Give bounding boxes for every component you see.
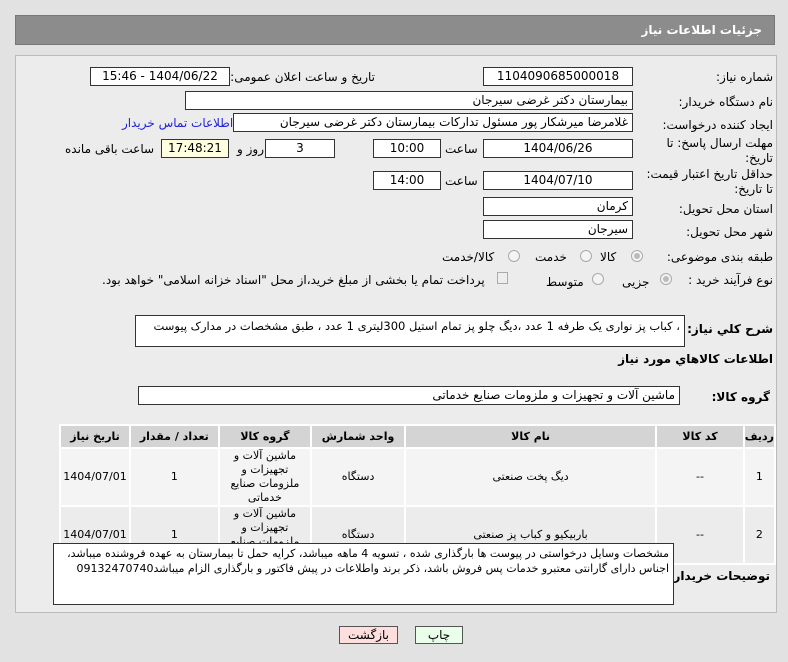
deadline-date-field: 1404/06/26	[483, 139, 633, 158]
cell-row: 2	[744, 507, 774, 563]
city-field: سیرجان	[483, 220, 633, 239]
days-field: 3	[265, 139, 335, 158]
remaining-label: ساعت باقی مانده	[65, 142, 155, 156]
table-row: 1 -- دیگ پخت صنعتی دستگاه ماشین آلات و ت…	[61, 449, 774, 505]
goods-section-title: اطلاعات کالاهاي مورد نياز	[618, 352, 773, 366]
city-label: شهر محل تحویل:	[686, 225, 773, 239]
creator-label: ایجاد کننده درخواست:	[662, 118, 773, 132]
table-header-row: ردیف کد کالا نام کالا واحد شمارش گروه کا…	[61, 426, 774, 447]
cell-code: --	[657, 449, 743, 505]
col-unit: واحد شمارش	[312, 426, 404, 447]
page-header: جزئیات اطلاعات نیاز	[15, 15, 775, 45]
announce-label: تاریخ و ساعت اعلان عمومی:	[230, 70, 375, 84]
col-qty: تعداد / مقدار	[131, 426, 218, 447]
province-field: کرمان	[483, 197, 633, 216]
cell-name: دیگ پخت صنعتی	[405, 449, 656, 505]
cell-row: 1	[744, 449, 774, 505]
treasury-checkbox[interactable]	[497, 272, 508, 284]
col-date: تاریخ نیاز	[61, 426, 130, 447]
category-radio-goods[interactable]	[631, 250, 643, 262]
notes-label: توضیحات خریدار:	[668, 569, 770, 583]
deadline-time-field: 10:00	[373, 139, 441, 158]
cell-unit: دستگاه	[312, 449, 404, 505]
col-row: ردیف	[744, 426, 774, 447]
validity-time-label: ساعت	[445, 174, 478, 188]
notes-textarea[interactable]: مشخصات وسایل درخواستی در پیوست ها بارگذا…	[53, 543, 674, 605]
announce-field: 1404/06/22 - 15:46	[90, 67, 230, 86]
goods-group-label: گروه کالا:	[711, 390, 770, 404]
process-label: نوع فرآیند خرید :	[688, 273, 773, 287]
validity-date-field: 1404/07/10	[483, 171, 633, 190]
buyer-org-field: بیمارستان دکتر غرضی سیرجان	[185, 91, 633, 110]
col-name: نام کالا	[405, 426, 656, 447]
cell-group: ماشین آلات و تجهیزات و ملزومات صنایع خدم…	[219, 449, 311, 505]
print-button[interactable]: چاپ	[415, 626, 463, 644]
category-radio-both[interactable]	[508, 250, 520, 262]
creator-field: غلامرضا میرشکار پور مسئول تدارکات بیمارس…	[233, 113, 633, 132]
process-radio-medium[interactable]	[592, 273, 604, 285]
province-label: استان محل تحویل:	[678, 202, 773, 216]
need-number-label: شماره نیاز:	[716, 70, 773, 84]
buyer-org-label: نام دستگاه خریدار:	[678, 95, 774, 109]
category-option-goods: کالا	[600, 250, 617, 264]
validity-time-field: 14:00	[373, 171, 441, 190]
validity-label: حداقل تاریخ اعتبار قیمت: تا تاریخ:	[646, 167, 773, 196]
need-number-field: 1104090685000018	[483, 67, 633, 86]
back-button[interactable]: بازگشت	[339, 626, 398, 644]
category-label: طبقه بندی موضوعی:	[666, 250, 773, 264]
process-option-medium: متوسط	[546, 275, 584, 289]
category-option-both: کالا/خدمت	[442, 250, 495, 264]
process-radio-partial[interactable]	[660, 273, 672, 285]
buyer-contact-link[interactable]: اطلاعات تماس خریدار	[122, 116, 233, 130]
payment-note: پرداخت تمام یا بخشی از مبلغ خرید،از محل …	[102, 273, 485, 287]
col-code: کد کالا	[657, 426, 743, 447]
cell-date: 1404/07/01	[61, 449, 130, 505]
deadline-time-label: ساعت	[445, 142, 478, 156]
process-option-partial: جزیی	[622, 275, 650, 289]
category-option-service: خدمت	[535, 250, 567, 264]
description-textarea[interactable]: ، کباب پز نواری یک طرفه 1 عدد ،دیگ چلو پ…	[135, 315, 685, 347]
goods-group-field: ماشین آلات و تجهیزات و ملزومات صنایع خدم…	[138, 386, 680, 405]
days-label: روز و	[237, 142, 264, 156]
description-label: شرح کلي نياز:	[687, 322, 773, 336]
cell-qty: 1	[131, 449, 218, 505]
col-group: گروه کالا	[219, 426, 311, 447]
remaining-timer: 17:48:21	[161, 139, 229, 158]
deadline-label: مهلت ارسال پاسخ: تا تاریخ:	[666, 136, 773, 165]
category-radio-service[interactable]	[580, 250, 592, 262]
